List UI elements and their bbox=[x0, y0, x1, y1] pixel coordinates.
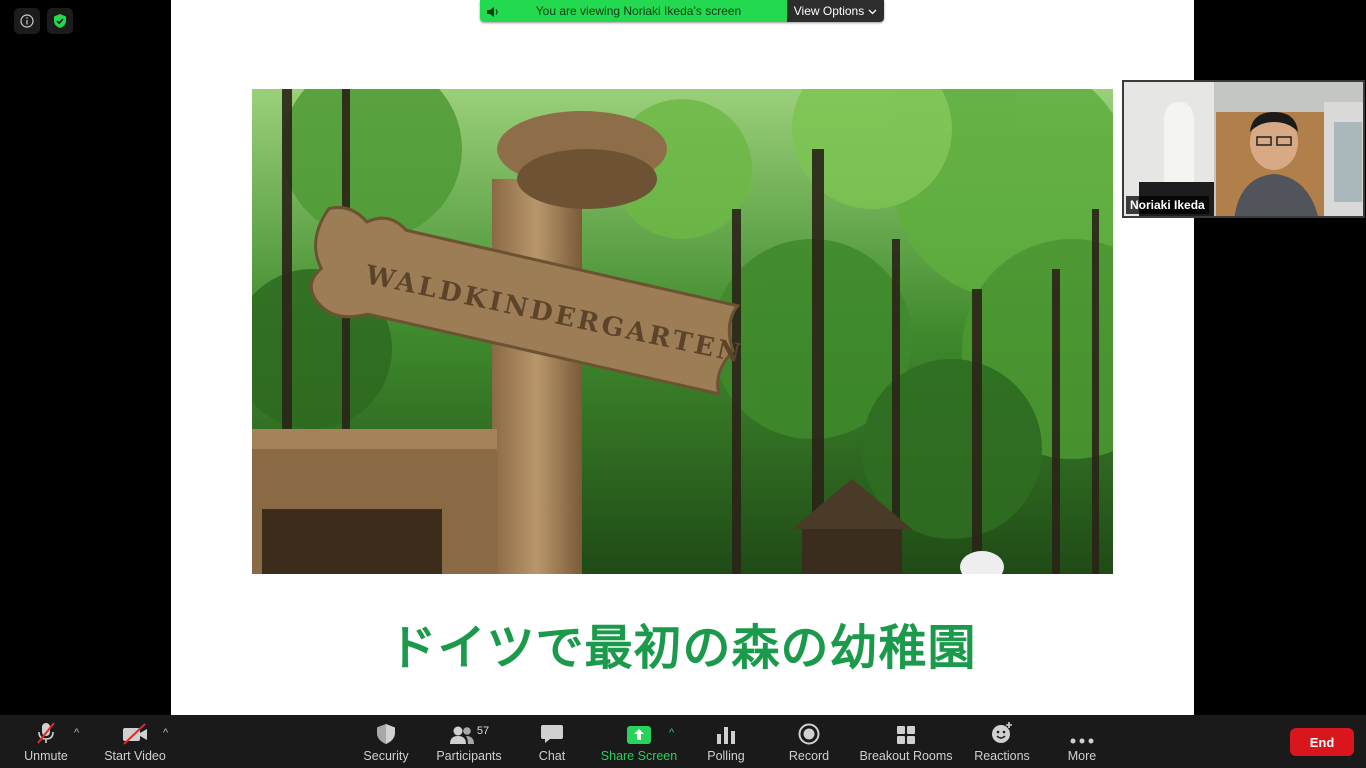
reactions-button[interactable]: Reactions bbox=[972, 715, 1032, 768]
polling-bar-chart-icon bbox=[716, 715, 736, 747]
reactions-label: Reactions bbox=[974, 749, 1030, 763]
meeting-info-icon[interactable] bbox=[14, 8, 40, 34]
video-options-chevron-up-icon[interactable]: ^ bbox=[163, 727, 168, 739]
audio-options-chevron-up-icon[interactable]: ^ bbox=[74, 727, 79, 739]
participants-icon bbox=[449, 726, 474, 744]
speaker-icon bbox=[486, 5, 500, 22]
slide-photo-waldkindergarten-sign: WALDKINDERGARTEN bbox=[252, 89, 1113, 574]
chat-bubble-icon bbox=[540, 715, 564, 747]
shared-screen: WALDKINDERGARTEN ドイツで最初の森の幼稚園 bbox=[171, 0, 1194, 715]
chat-label: Chat bbox=[538, 749, 566, 763]
more-button[interactable]: More bbox=[1056, 715, 1108, 768]
breakout-rooms-label: Breakout Rooms bbox=[859, 749, 953, 763]
unmute-button[interactable]: Unmute bbox=[20, 715, 72, 768]
record-label: Record bbox=[788, 749, 830, 763]
participants-icon-wrap: 57 bbox=[449, 715, 489, 747]
start-video-button[interactable]: Start Video bbox=[100, 715, 170, 768]
participants-count: 57 bbox=[476, 725, 490, 737]
participant-name-label: Noriaki Ikeda bbox=[1126, 196, 1209, 214]
chevron-down-icon bbox=[868, 4, 877, 18]
slide-caption: ドイツで最初の森の幼稚園 bbox=[388, 620, 977, 676]
participants-label: Participants bbox=[436, 749, 502, 763]
reactions-smiley-icon bbox=[990, 715, 1014, 747]
encryption-shield-icon[interactable] bbox=[47, 8, 73, 34]
record-button[interactable]: Record bbox=[783, 715, 835, 768]
participants-button[interactable]: 57 Participants bbox=[432, 715, 506, 768]
share-screen-label: Share Screen bbox=[600, 749, 678, 763]
chat-button[interactable]: Chat bbox=[526, 715, 578, 768]
meeting-toolbar: Unmute ^ Start Video ^ Security 57 Parti… bbox=[0, 715, 1366, 768]
video-camera-off-icon bbox=[121, 715, 149, 747]
share-options-chevron-up-icon[interactable]: ^ bbox=[669, 727, 674, 739]
view-options-label: View Options bbox=[793, 4, 865, 18]
microphone-muted-icon bbox=[34, 715, 58, 747]
share-screen-arrow-icon bbox=[626, 715, 652, 747]
viewing-banner-message: You are viewing Noriaki Ikeda’s screen bbox=[480, 0, 787, 22]
more-dots-icon bbox=[1070, 715, 1094, 747]
end-meeting-button[interactable]: End bbox=[1290, 728, 1354, 756]
breakout-rooms-button[interactable]: Breakout Rooms bbox=[858, 715, 954, 768]
record-icon bbox=[798, 715, 820, 747]
zoom-meeting-window: WALDKINDERGARTEN ドイツで最初の森の幼稚園 You are vi… bbox=[0, 0, 1366, 768]
security-label: Security bbox=[363, 749, 409, 763]
polling-button[interactable]: Polling bbox=[700, 715, 752, 768]
security-shield-icon bbox=[376, 715, 396, 747]
viewing-screen-banner: You are viewing Noriaki Ikeda’s screen V… bbox=[480, 0, 884, 22]
viewing-banner-text: You are viewing Noriaki Ikeda’s screen bbox=[535, 4, 742, 18]
breakout-rooms-grid-icon bbox=[896, 715, 916, 747]
unmute-label: Unmute bbox=[24, 749, 68, 763]
polling-label: Polling bbox=[707, 749, 745, 763]
share-screen-button[interactable]: Share Screen bbox=[598, 715, 680, 768]
view-options-button[interactable]: View Options bbox=[787, 0, 884, 22]
more-label: More bbox=[1067, 749, 1097, 763]
start-video-label: Start Video bbox=[104, 749, 166, 763]
participant-video-thumbnail[interactable]: Noriaki Ikeda bbox=[1122, 80, 1365, 218]
security-button[interactable]: Security bbox=[356, 715, 416, 768]
